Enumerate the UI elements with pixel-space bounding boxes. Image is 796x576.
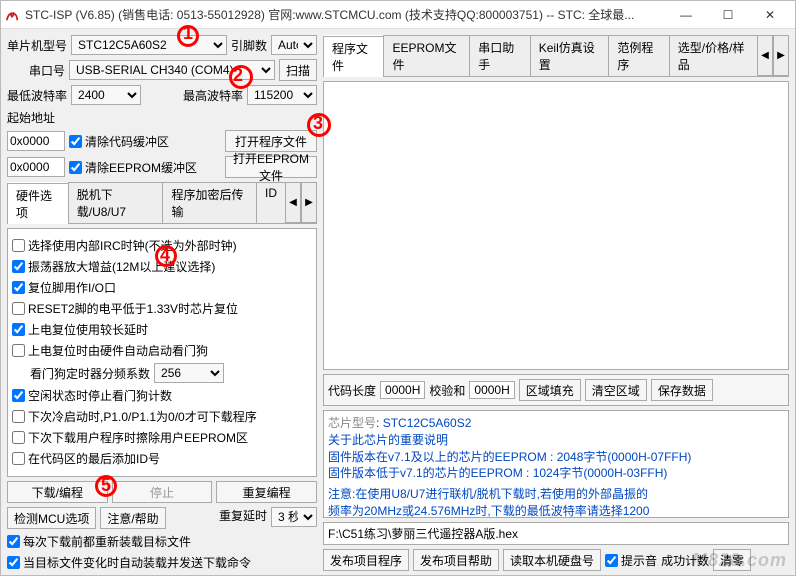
app-icon: [5, 8, 19, 22]
download-button[interactable]: 下载/编程: [7, 481, 108, 503]
max-baud-select[interactable]: 115200: [247, 85, 317, 105]
left-tabstrip: 硬件选项 脱机下载/U8/U7 程序加密后传输 ID ◀▶: [7, 182, 317, 224]
publish-prog-button[interactable]: 发布项目程序: [323, 549, 409, 571]
checksum-label: 校验和: [429, 382, 465, 399]
marker-5-num: 5: [101, 475, 111, 496]
reprogram-button[interactable]: 重复编程: [216, 481, 317, 503]
opt-reset2-checkbox[interactable]: [12, 302, 25, 315]
info-line-1: 关于此芯片的重要说明: [328, 432, 784, 449]
tab-serial-assist[interactable]: 串口助手: [469, 35, 530, 76]
marker-2-num: 2: [233, 65, 243, 86]
clear-button[interactable]: 清空区域: [585, 379, 647, 401]
left-panel: 单片机型号 STC12C5A60S2 引脚数 Auto 串口号 USB-SERI…: [1, 29, 321, 575]
clear-eeprom-label: 清除EEPROM缓冲区: [85, 159, 197, 176]
start-addr-label: 起始地址: [7, 109, 317, 126]
pin-count-select[interactable]: Auto: [271, 35, 317, 55]
tab-id[interactable]: ID: [256, 182, 286, 223]
marker-1-num: 1: [183, 23, 193, 44]
addr1-input[interactable]: [7, 131, 65, 151]
marker-4-num: 4: [160, 245, 170, 266]
checksum-value: 0000H: [469, 381, 514, 399]
opt-wdt-auto-checkbox[interactable]: [12, 344, 25, 357]
tab-eepromfile[interactable]: EEPROM文件: [383, 35, 470, 76]
stop-button[interactable]: 停止: [112, 481, 213, 503]
rtab-scroll-right[interactable]: ▶: [773, 35, 789, 76]
opt-add-id-checkbox[interactable]: [12, 452, 25, 465]
min-baud-label: 最低波特率: [7, 87, 67, 104]
tab-keil[interactable]: Keil仿真设置: [530, 35, 610, 76]
right-panel: 程序文件 EEPROM文件 串口助手 Keil仿真设置 范例程序 选型/价格/样…: [321, 29, 795, 575]
tab-examples[interactable]: 范例程序: [608, 35, 669, 76]
marker-3-num: 3: [313, 113, 323, 134]
help-button[interactable]: 注意/帮助: [100, 507, 165, 529]
window-title: STC-ISP (V6.85) (销售电话: 0513-55012928) 官网…: [25, 6, 665, 23]
open-prog-file-button[interactable]: 打开程序文件: [225, 130, 317, 152]
file-path: F:\C51练习\萝丽三代遥控器A版.hex: [323, 522, 789, 545]
opt-reset-io-checkbox[interactable]: [12, 281, 25, 294]
beep-checkbox[interactable]: [605, 554, 618, 567]
mcu-model-select[interactable]: STC12C5A60S2: [71, 35, 227, 55]
open-eeprom-file-button[interactable]: 打开EEPROM文件: [225, 156, 317, 178]
mcu-model-label: 单片机型号: [7, 37, 67, 54]
pin-count-label: 引脚数: [231, 37, 267, 54]
publish-help-button[interactable]: 发布项目帮助: [413, 549, 499, 571]
serial-label: 串口号: [7, 62, 65, 79]
reload-every-checkbox[interactable]: [7, 535, 20, 548]
read-disk-id-button[interactable]: 读取本机硬盘号: [503, 549, 601, 571]
scan-button[interactable]: 扫描: [279, 59, 317, 81]
serial-select[interactable]: USB-SERIAL CH340 (COM4): [69, 60, 275, 80]
tab-scroll-right[interactable]: ▶: [301, 182, 317, 223]
close-button[interactable]: ✕: [749, 2, 791, 28]
tab-hardware[interactable]: 硬件选项: [7, 183, 69, 224]
titlebar: STC-ISP (V6.85) (销售电话: 0513-55012928) 官网…: [1, 1, 795, 29]
wdt-div-select[interactable]: 256: [154, 363, 224, 383]
addr2-input[interactable]: [7, 157, 65, 177]
tab-selection[interactable]: 选型/价格/样品: [669, 35, 758, 76]
info-line-4: 注意:在使用U8/U7进行联机/脱机下载时,若使用的外部晶振的: [328, 486, 784, 503]
rtab-scroll-left[interactable]: ◀: [757, 35, 773, 76]
opt-osc-checkbox[interactable]: [12, 260, 25, 273]
status-row: 代码长度 0000H 校验和 0000H 区域填充 清空区域 保存数据: [323, 374, 789, 406]
min-baud-select[interactable]: 2400: [71, 85, 141, 105]
redelay-select[interactable]: 3 秒: [271, 507, 317, 527]
tab-progfile[interactable]: 程序文件: [323, 36, 384, 77]
tab-scroll-left[interactable]: ◀: [285, 182, 301, 223]
maximize-button[interactable]: ☐: [707, 2, 749, 28]
clear-eeprom-checkbox[interactable]: [69, 161, 82, 174]
redelay-label: 重复延时: [219, 507, 267, 529]
opt-erase-eeprom-checkbox[interactable]: [12, 431, 25, 444]
chip-value: STC12C5A60S2: [383, 416, 472, 430]
detect-mcu-button[interactable]: 检测MCU选项: [7, 507, 96, 529]
tab-encrypt[interactable]: 程序加密后传输: [162, 182, 257, 223]
max-baud-label: 最高波特率: [183, 87, 243, 104]
opt-idle-wdt-checkbox[interactable]: [12, 389, 25, 402]
info-line-3: 固件版本低于v7.1的芯片的EEPROM : 1024字节(0000H-03FF…: [328, 465, 784, 482]
fill-button[interactable]: 区域填充: [519, 379, 581, 401]
info-line-5: 频率为20MHz或24.576MHz时,下载的最低波特率请选择1200: [328, 503, 784, 520]
hex-view[interactable]: [323, 81, 789, 370]
opt-coldboot-checkbox[interactable]: [12, 410, 25, 423]
chip-label: 芯片型号: [328, 416, 376, 430]
opt-irc-checkbox[interactable]: [12, 239, 25, 252]
info-line-2: 固件版本在v7.1及以上的芯片的EEPROM : 2048字节(0000H-07…: [328, 449, 784, 466]
codelen-value: 0000H: [380, 381, 425, 399]
tab-offline[interactable]: 脱机下载/U8/U7: [68, 182, 164, 223]
wdt-div-label: 看门狗定时器分频系数: [30, 365, 150, 382]
clear-code-checkbox[interactable]: [69, 135, 82, 148]
opt-long-delay-checkbox[interactable]: [12, 323, 25, 336]
info-box: 芯片型号: STC12C5A60S2 关于此芯片的重要说明 固件版本在v7.1及…: [323, 410, 789, 518]
minimize-button[interactable]: —: [665, 2, 707, 28]
watermark: M828.com: [692, 550, 787, 571]
auto-reload-checkbox[interactable]: [7, 556, 20, 569]
right-tabstrip: 程序文件 EEPROM文件 串口助手 Keil仿真设置 范例程序 选型/价格/样…: [323, 35, 789, 77]
save-button[interactable]: 保存数据: [651, 379, 713, 401]
clear-code-label: 清除代码缓冲区: [85, 133, 169, 150]
codelen-label: 代码长度: [328, 382, 376, 399]
